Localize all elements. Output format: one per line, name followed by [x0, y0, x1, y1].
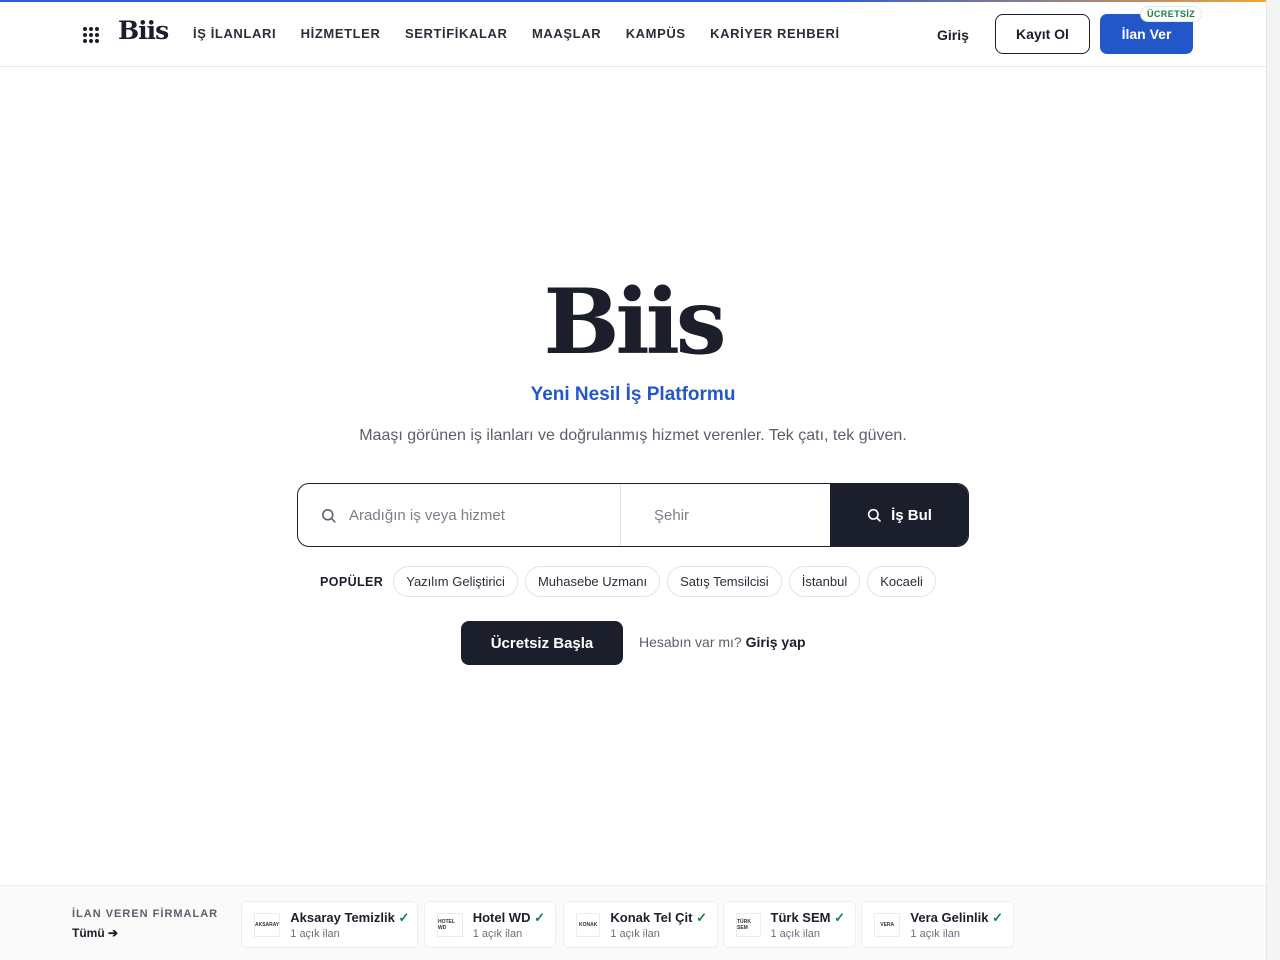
find-job-button[interactable]: İş Bul — [830, 484, 968, 546]
company-name: Türk SEM — [770, 909, 831, 925]
hero-subtitle: Maaşı görünen iş ilanları ve doğrulanmış… — [359, 427, 907, 444]
company-logo: HOTEL WD — [437, 912, 463, 937]
company-name-row: Konak Tel Çit ✓ — [610, 910, 707, 926]
job-search-input[interactable] — [349, 506, 579, 524]
hero-logo: Biis — [543, 269, 726, 375]
nav-item-salaries[interactable]: MAAŞLAR — [532, 26, 601, 41]
verified-check-icon: ✓ — [834, 909, 845, 925]
company-name-row: Hotel WD ✓ — [473, 910, 545, 926]
top-header: Biis İŞ İLANLARI HİZMETLER SERTİFİKALAR … — [0, 2, 1266, 67]
account-question: Hesabın var mı? — [639, 634, 742, 650]
nav-item-campus[interactable]: KAMPÜS — [626, 26, 686, 41]
popular-chip[interactable]: Yazılım Geliştirici — [393, 566, 518, 597]
popular-chip[interactable]: Muhasebe Uzmanı — [524, 566, 661, 597]
hero-tagline: Yeni Nesil İş Platformu — [530, 384, 736, 405]
login-link[interactable]: Giriş — [937, 27, 969, 43]
company-card[interactable]: TÜRK SEM Türk SEM ✓ 1 açık ilan — [723, 901, 856, 948]
free-badge: ÜCRETSİZ — [1140, 6, 1203, 22]
popular-chip[interactable]: İstanbul — [788, 566, 861, 597]
job-search-field[interactable] — [298, 484, 621, 546]
company-open-jobs: 1 açık ilan — [910, 927, 960, 940]
hiring-companies-strip: İLAN VEREN FİRMALAR Tümü ➔ AKSARAY Aksar… — [0, 885, 1266, 960]
company-name-row: Aksaray Temizlik ✓ — [290, 910, 409, 926]
company-name-row: Vera Gelinlik ✓ — [910, 910, 1003, 926]
company-open-jobs: 1 açık ilan — [472, 927, 523, 940]
scrollbar-track[interactable] — [1266, 0, 1280, 960]
company-name: Aksaray Temizlik — [290, 909, 395, 925]
nav-item-career-guide[interactable]: KARİYER REHBERİ — [710, 26, 840, 41]
company-card[interactable]: HOTEL WD Hotel WD ✓ 1 açık ilan — [424, 901, 556, 948]
company-open-jobs: 1 açık ilan — [290, 927, 340, 940]
verified-check-icon: ✓ — [534, 909, 545, 925]
header-logo[interactable]: Biis — [118, 16, 169, 45]
company-card[interactable]: AKSARAY Aksaray Temizlik ✓ 1 açık ilan — [241, 901, 418, 948]
company-card[interactable]: VERA Vera Gelinlik ✓ 1 açık ilan — [861, 901, 1014, 948]
popular-searches: POPÜLER Yazılım Geliştirici Muhasebe Uzm… — [320, 566, 943, 597]
nav-item-services[interactable]: HİZMETLER — [301, 26, 381, 41]
company-name: Hotel WD — [472, 909, 531, 925]
popular-label: POPÜLER — [320, 574, 384, 589]
company-open-jobs: 1 açık ilan — [610, 927, 660, 940]
verified-check-icon: ✓ — [696, 909, 707, 925]
arrow-right-icon: ➔ — [108, 926, 119, 940]
company-open-jobs: 1 açık ilan — [770, 927, 821, 940]
company-name: Konak Tel Çit — [610, 909, 693, 925]
companies-all-link[interactable]: Tümü ➔ — [72, 926, 118, 940]
verified-check-icon: ✓ — [992, 909, 1003, 925]
popular-chip[interactable]: Satış Temsilcisi — [667, 566, 782, 597]
popular-chip[interactable]: Kocaeli — [867, 566, 936, 597]
find-job-label: İş Bul — [891, 506, 932, 524]
verified-check-icon: ✓ — [398, 909, 410, 925]
city-input[interactable] — [654, 506, 853, 524]
search-bar: İş Bul — [297, 483, 969, 547]
account-prompt: Hesabın var mı? Giriş yap — [639, 634, 806, 650]
search-icon — [867, 508, 881, 522]
company-name-row: Türk SEM ✓ — [771, 910, 846, 926]
city-field[interactable] — [621, 484, 853, 546]
companies-all-label: Tümü — [72, 926, 105, 940]
company-card[interactable]: KONAK Konak Tel Çit ✓ 1 açık ilan — [563, 901, 718, 948]
company-logo: VERA — [874, 912, 901, 937]
nav-item-certificates[interactable]: SERTİFİKALAR — [405, 26, 508, 41]
search-icon — [322, 508, 336, 523]
company-logo: AKSARAY — [254, 912, 281, 937]
start-free-button[interactable]: Ücretsiz Başla — [461, 621, 623, 665]
login-link-inline[interactable]: Giriş yap — [746, 634, 806, 650]
company-name: Vera Gelinlik — [910, 909, 989, 925]
company-logo: KONAK — [576, 912, 601, 937]
company-logo: TÜRK SEM — [736, 912, 761, 937]
main-nav: İŞ İLANLARI HİZMETLER SERTİFİKALAR MAAŞL… — [193, 26, 864, 41]
apps-grid-icon[interactable] — [83, 27, 99, 43]
nav-item-jobs[interactable]: İŞ İLANLARI — [193, 26, 276, 41]
register-button[interactable]: Kayıt Ol — [995, 14, 1090, 54]
companies-label: İLAN VEREN FİRMALAR — [72, 908, 219, 920]
